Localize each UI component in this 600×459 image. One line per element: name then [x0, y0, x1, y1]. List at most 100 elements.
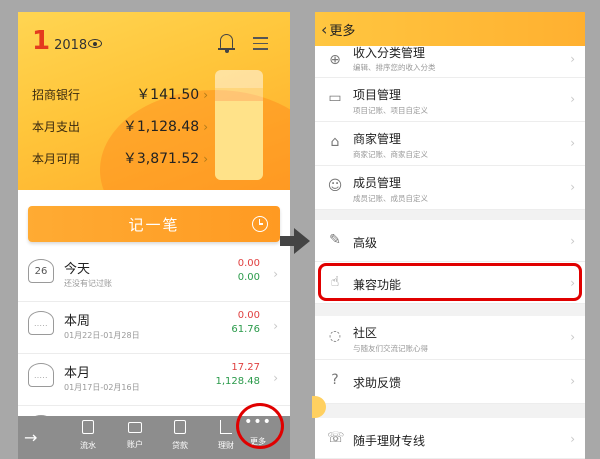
chart-icon — [220, 420, 232, 434]
header-title[interactable]: 更多 — [329, 20, 355, 39]
chevron-right-icon: › — [570, 180, 575, 194]
summary-title: 今天 — [64, 262, 91, 277]
nav-label: 流水 — [80, 441, 96, 450]
record-button[interactable]: 记一笔 — [28, 206, 280, 242]
loan-icon — [174, 420, 186, 434]
summary-expense: 0.00 — [237, 258, 260, 269]
nav-flow[interactable]: 流水 — [68, 420, 108, 451]
item-advanced[interactable]: ✎ 高级 › — [315, 220, 585, 262]
chevron-right-icon: › — [570, 92, 575, 106]
nav-label: 贷款 — [172, 441, 188, 450]
month-display[interactable]: 1 2018 — [32, 26, 87, 56]
item-title: 社区 — [353, 326, 378, 340]
summary-subtitle: 01月17日-02月16日 — [64, 383, 140, 392]
item-member[interactable]: ☺ 成员管理 成员记账、成员自定义 › — [315, 166, 585, 210]
left-phone-screen: 1 2018 招商银行 ￥141.50 › 本月支出 ￥1,128.48 › 本月可… — [18, 12, 290, 459]
chevron-right-icon: › — [570, 330, 575, 344]
item-title: 项目管理 — [353, 88, 402, 102]
summary-subtitle: 还没有记过账 — [64, 279, 112, 288]
row-bank-value: ￥141.50 — [136, 87, 200, 103]
item-hotline[interactable]: ☏ 随手理财专线 › — [315, 418, 585, 459]
summary-expense: 0.00 — [237, 310, 260, 321]
arrow-right-icon — [280, 228, 310, 254]
item-subtitle: 与随友们交流记账心得 — [353, 344, 428, 353]
right-phone-screen: ⊕ 收入分类管理 编辑、排序您的收入分类 › ‹ 更多 ▭ 项目管理 项目记账、… — [315, 12, 585, 459]
item-income-category[interactable]: ⊕ 收入分类管理 编辑、排序您的收入分类 › — [315, 42, 585, 78]
summary-income: 1,128.48 — [215, 376, 260, 387]
chevron-right-icon: › — [203, 152, 208, 166]
calendar-icon: ..... — [28, 311, 54, 335]
nav-loan[interactable]: 贷款 — [160, 420, 200, 451]
item-title: 商家管理 — [353, 132, 402, 146]
calendar-icon: 26 — [28, 259, 54, 283]
budget-bar[interactable] — [215, 70, 263, 180]
chevron-right-icon: › — [570, 52, 575, 66]
row-available-label: 本月可用 — [32, 151, 81, 166]
row-month-expense[interactable]: 本月支出 ￥1,128.48 › — [32, 116, 208, 136]
help-icon: ? — [331, 372, 339, 388]
summary-title: 本周 — [64, 314, 91, 329]
row-expense-label: 本月支出 — [32, 119, 81, 134]
summary-week[interactable]: ..... 本周 01月22日-01月28日 0.00 61.76 › — [18, 302, 290, 354]
members-icon: ☺ — [327, 178, 343, 194]
item-subtitle: 项目记账、项目自定义 — [353, 106, 428, 115]
document-icon — [82, 420, 94, 434]
summary-today[interactable]: 26 今天 还没有记过账 0.00 0.00 › — [18, 250, 290, 302]
chevron-right-icon: › — [570, 234, 575, 248]
summary-income: 61.76 — [231, 324, 260, 335]
item-help[interactable]: ? 求助反馈 › — [315, 360, 585, 404]
nav-label: 账户 — [127, 440, 143, 449]
chevron-right-icon: › — [570, 136, 575, 150]
arrow-right-icon[interactable]: → — [24, 428, 37, 447]
item-title: 随手理财专线 — [353, 434, 426, 448]
item-community[interactable]: ◌ 社区 与随友们交流记账心得 › — [315, 316, 585, 360]
edit-icon: ✎ — [329, 232, 341, 248]
account-header: 1 2018 招商银行 ￥141.50 › 本月支出 ￥1,128.48 › 本月可… — [18, 12, 290, 190]
highlight-circle — [236, 403, 284, 449]
item-title: 求助反馈 — [353, 376, 402, 390]
chevron-right-icon: › — [570, 374, 575, 388]
chevron-right-icon: › — [273, 319, 278, 333]
summary-income: 0.00 — [237, 272, 260, 283]
summary-subtitle: 01月22日-01月28日 — [64, 331, 140, 340]
eye-icon[interactable] — [88, 39, 102, 48]
row-bank-label: 招商银行 — [32, 87, 81, 102]
chevron-right-icon: › — [273, 371, 278, 385]
budget-fill — [215, 100, 263, 180]
nav-account[interactable]: 账户 — [115, 420, 155, 450]
summary-month[interactable]: ..... 本月 01月17日-02月16日 17.27 1,128.48 › — [18, 354, 290, 406]
row-available-value: ￥3,871.52 — [122, 151, 200, 167]
summary-title: 本月 — [64, 366, 91, 381]
item-subtitle: 成员记账、成员自定义 — [353, 194, 428, 203]
plus-circle-icon: ⊕ — [329, 52, 341, 68]
back-icon[interactable]: ‹ — [321, 20, 327, 39]
calendar-icon: ..... — [28, 363, 54, 387]
chevron-right-icon: › — [273, 267, 278, 281]
chevron-right-icon: › — [203, 88, 208, 102]
header-bar: ‹ 更多 — [315, 12, 585, 46]
chevron-right-icon: › — [570, 432, 575, 446]
row-bank[interactable]: 招商银行 ￥141.50 › — [32, 84, 208, 104]
month-number: 1 — [32, 26, 51, 56]
summary-expense: 17.27 — [231, 362, 260, 373]
item-subtitle: 编辑、排序您的收入分类 — [353, 63, 436, 72]
item-title: 收入分类管理 — [353, 46, 426, 60]
bell-icon[interactable] — [218, 34, 235, 53]
chevron-right-icon: › — [203, 120, 208, 134]
clock-icon[interactable] — [252, 216, 268, 232]
highlight-rectangle — [318, 263, 582, 301]
chat-icon: ◌ — [328, 328, 342, 344]
item-title: 成员管理 — [353, 176, 402, 190]
menu-icon[interactable] — [253, 37, 268, 54]
row-month-available[interactable]: 本月可用 ￥3,871.52 › — [32, 148, 208, 168]
item-merchant[interactable]: ⌂ 商家管理 商家记账、商家自定义 › — [315, 122, 585, 166]
item-title: 高级 — [353, 236, 378, 250]
record-button-label: 记一笔 — [128, 215, 180, 234]
wallet-icon — [128, 422, 142, 433]
row-expense-value: ￥1,128.48 — [122, 119, 200, 135]
phone-icon: ☏ — [327, 430, 345, 446]
item-subtitle: 商家记账、商家自定义 — [353, 150, 428, 159]
folder-icon: ▭ — [328, 90, 342, 106]
item-project[interactable]: ▭ 项目管理 项目记账、项目自定义 › — [315, 78, 585, 122]
year-label: 2018 — [54, 38, 88, 53]
